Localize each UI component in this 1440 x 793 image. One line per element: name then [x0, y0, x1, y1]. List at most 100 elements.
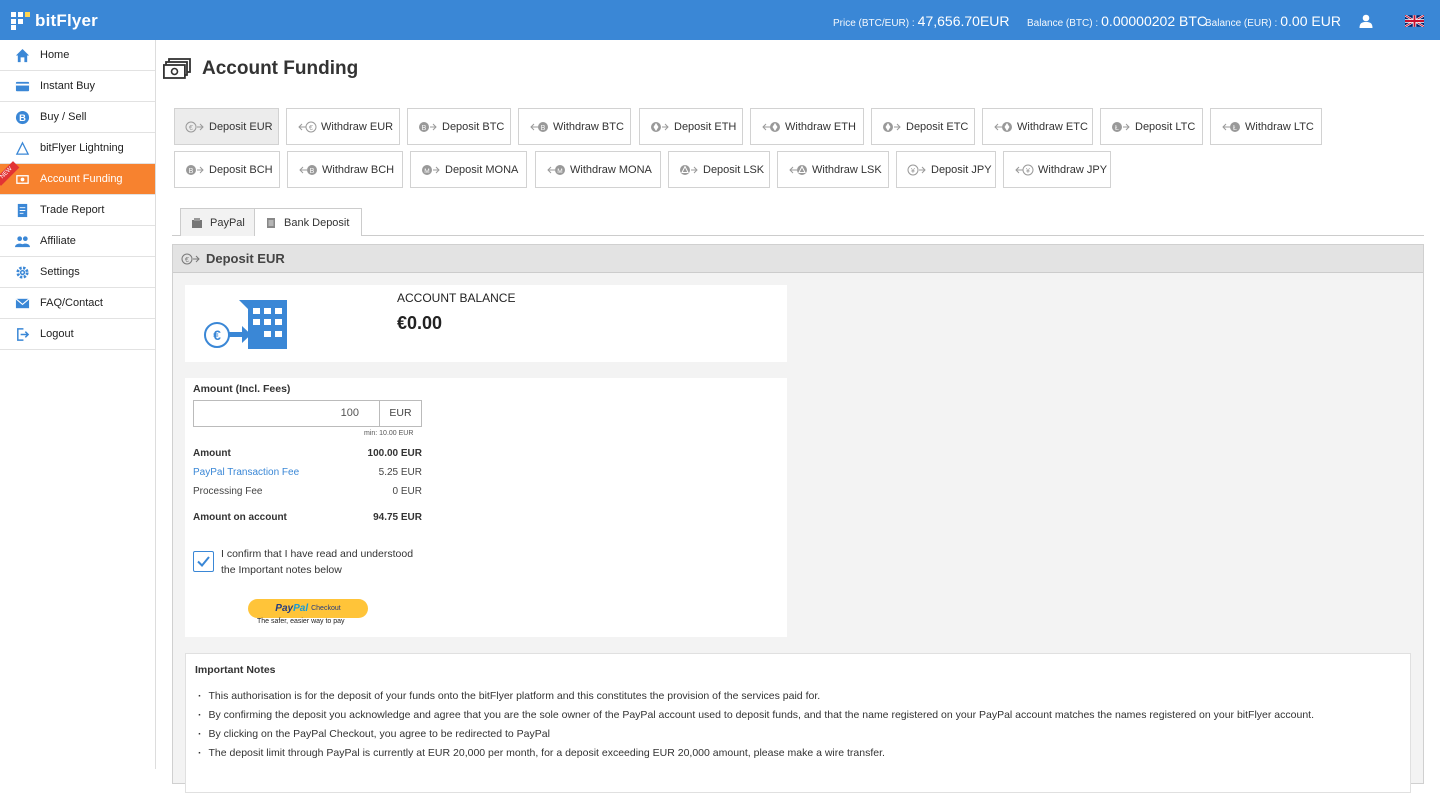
sidebar-item-faq[interactable]: FAQ/Contact: [0, 288, 155, 319]
amount-on-account-label: Amount on account: [193, 512, 287, 523]
jpy-deposit-icon: ¥: [907, 164, 926, 175]
withdraw-bch-button[interactable]: B Withdraw BCH: [287, 151, 403, 188]
button-label: Withdraw ETH: [785, 120, 856, 133]
sidebar-item-trade-report[interactable]: Trade Report: [0, 195, 155, 226]
mail-icon: [15, 298, 30, 309]
mona-withdraw-icon: M: [547, 164, 565, 175]
lsk-deposit-icon: [680, 164, 698, 175]
sidebar-item-affiliate[interactable]: Affiliate: [0, 226, 155, 257]
sidebar-item-logout[interactable]: Logout: [0, 319, 155, 350]
sidebar-item-label: Affiliate: [40, 235, 76, 247]
svg-text:€: €: [213, 327, 221, 343]
home-icon: [15, 48, 30, 63]
deposit-bch-button[interactable]: B Deposit BCH: [174, 151, 280, 188]
button-label: Withdraw LTC: [1245, 120, 1314, 133]
note-item: By confirming the deposit you acknowledg…: [198, 709, 1315, 721]
checkmark-icon: [197, 556, 210, 567]
sidebar-item-label: Buy / Sell: [40, 111, 87, 123]
cash-icon: [163, 58, 191, 79]
amount-input[interactable]: 100: [193, 400, 380, 427]
withdraw-etc-button[interactable]: Withdraw ETC: [982, 108, 1093, 145]
withdraw-eur-button[interactable]: € Withdraw EUR: [286, 108, 400, 145]
bch-deposit-icon: B: [186, 164, 204, 175]
button-label: Withdraw ETC: [1017, 120, 1088, 133]
sidebar-item-home[interactable]: Home: [0, 40, 155, 71]
button-label: Withdraw EUR: [321, 120, 394, 133]
withdraw-mona-button[interactable]: M Withdraw MONA: [535, 151, 661, 188]
sidebar-item-instant-buy[interactable]: Instant Buy: [0, 71, 155, 102]
price-value: 47,656.70EUR: [917, 13, 1010, 29]
button-label: Deposit BTC: [442, 120, 505, 133]
sidebar-item-account-funding[interactable]: NEW Account Funding: [0, 161, 155, 195]
deposit-eth-button[interactable]: Deposit ETH: [639, 108, 743, 145]
deposit-etc-button[interactable]: Deposit ETC: [871, 108, 975, 145]
svg-text:B: B: [422, 125, 427, 132]
deposit-eur-button[interactable]: € Deposit EUR: [174, 108, 279, 145]
button-label: Deposit ETC: [906, 120, 969, 133]
deposit-panel: € Deposit EUR € ACCOUNT BALANCE €0.00 Am…: [172, 244, 1424, 793]
lightning-icon: [15, 141, 30, 155]
tab-bank-deposit[interactable]: Bank Deposit: [254, 208, 362, 236]
logout-icon: [17, 328, 30, 341]
bch-withdraw-icon: B: [299, 164, 317, 175]
svg-text:M: M: [557, 168, 562, 175]
button-label: Deposit BCH: [209, 163, 273, 176]
button-label: Withdraw BCH: [322, 163, 395, 176]
confirm-checkbox[interactable]: [193, 551, 214, 572]
button-label: Deposit JPY: [931, 163, 992, 176]
processing-fee-label: Processing Fee: [193, 486, 263, 497]
deposit-btc-button[interactable]: B Deposit BTC: [407, 108, 511, 145]
note-item: By clicking on the PayPal Checkout, you …: [198, 728, 550, 740]
withdraw-btc-button[interactable]: B Withdraw BTC: [518, 108, 631, 145]
etc-deposit-icon: [883, 121, 901, 132]
button-label: Deposit MONA: [445, 163, 519, 176]
lsk-withdraw-icon: [789, 164, 807, 175]
paypal-fee-value: 5.25 EUR: [378, 467, 422, 478]
deposit-jpy-button[interactable]: ¥ Deposit JPY: [896, 151, 996, 188]
user-icon[interactable]: [1359, 14, 1373, 28]
amount-row-label: Amount: [193, 448, 231, 459]
button-label: Withdraw BTC: [553, 120, 624, 133]
eur-balance-value: 0.00 EUR: [1280, 13, 1341, 29]
report-icon: [17, 203, 28, 218]
uk-flag-icon[interactable]: [1405, 15, 1424, 27]
sidebar: Home Instant Buy B Buy / Sell bitFlyer L…: [0, 40, 156, 769]
jpy-withdraw-icon: ¥: [1015, 164, 1034, 175]
svg-text:¥: ¥: [911, 168, 915, 175]
sidebar-item-label: Settings: [40, 266, 80, 278]
tab-paypal[interactable]: PayPal: [180, 208, 255, 236]
svg-text:€: €: [309, 125, 313, 132]
sidebar-item-label: Account Funding: [40, 173, 123, 185]
deposit-mona-button[interactable]: M Deposit MONA: [410, 151, 527, 188]
withdraw-ltc-button[interactable]: Ł Withdraw LTC: [1210, 108, 1322, 145]
withdraw-lsk-button[interactable]: Withdraw LSK: [777, 151, 889, 188]
note-item: This authorisation is for the deposit of…: [198, 690, 821, 702]
btc-balance-stat: Balance (BTC) : 0.00000202 BTC: [1027, 13, 1207, 29]
deposit-lsk-button[interactable]: Deposit LSK: [668, 151, 770, 188]
sidebar-item-lightning[interactable]: bitFlyer Lightning: [0, 133, 155, 164]
button-label: Withdraw LSK: [812, 163, 882, 176]
paypal-fee-link[interactable]: PayPal Transaction Fee: [193, 467, 299, 478]
sidebar-item-settings[interactable]: Settings: [0, 257, 155, 288]
svg-text:B: B: [189, 168, 194, 175]
eur-balance-stat: Balance (EUR) : 0.00 EUR: [1205, 13, 1341, 29]
svg-text:M: M: [424, 168, 429, 175]
svg-text:B: B: [19, 113, 26, 123]
amount-on-account-value: 94.75 EUR: [373, 512, 422, 523]
sidebar-item-buy-sell[interactable]: B Buy / Sell: [0, 102, 155, 133]
balance-value: €0.00: [397, 313, 443, 333]
etc-withdraw-icon: [994, 121, 1012, 132]
withdraw-eth-button[interactable]: Withdraw ETH: [750, 108, 864, 145]
deposit-form-card: Amount (Incl. Fees) 100 EUR min: 10.00 E…: [185, 378, 787, 637]
price-stat: Price (BTC/EUR) : 47,656.70EUR: [833, 13, 1010, 29]
balance-card: € ACCOUNT BALANCE €0.00: [185, 285, 787, 362]
price-label: Price (BTC/EUR) :: [833, 18, 915, 29]
button-label: Deposit LSK: [703, 163, 765, 176]
card-icon: [15, 81, 30, 92]
paypal-checkout-button[interactable]: PayPal Checkout: [248, 599, 368, 618]
sidebar-item-label: FAQ/Contact: [40, 297, 103, 309]
btc-balance-value: 0.00000202 BTC: [1101, 13, 1207, 29]
brand-logo[interactable]: bitFlyer: [11, 11, 98, 31]
deposit-ltc-button[interactable]: Ł Deposit LTC: [1100, 108, 1203, 145]
withdraw-jpy-button[interactable]: ¥ Withdraw JPY: [1003, 151, 1111, 188]
